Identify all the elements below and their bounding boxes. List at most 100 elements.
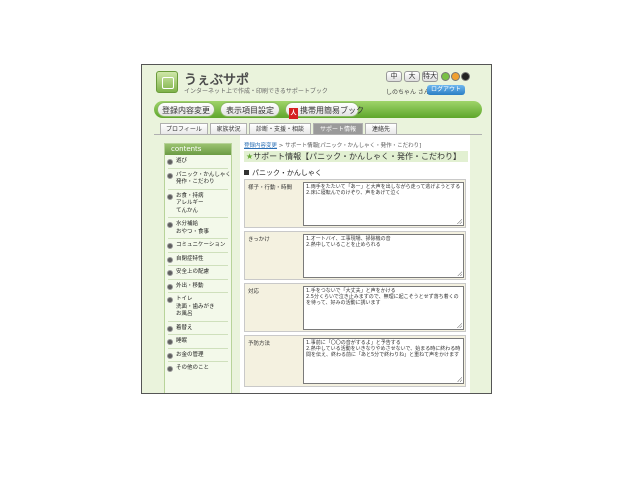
divider xyxy=(168,251,228,253)
square-bullet-icon xyxy=(244,170,249,175)
sidebar-item-panic[interactable]: パニック・かんしゃく xyxy=(165,172,231,180)
resize-grip-icon[interactable] xyxy=(457,219,462,224)
divider xyxy=(168,347,228,349)
theme-orange-swatch[interactable] xyxy=(451,72,460,81)
sidebar-item-communication[interactable]: コミュニケーション xyxy=(165,242,231,250)
bullet-icon xyxy=(167,159,173,165)
logout-button[interactable]: ログアウト xyxy=(427,85,465,95)
sidebar-item-safety[interactable]: 安全上の配慮 xyxy=(165,269,231,277)
sidebar-item-label: 睡眠 xyxy=(176,338,188,344)
divider xyxy=(168,167,228,169)
sidebar-item-outing[interactable]: 外出・移動 xyxy=(165,283,231,291)
sidebar-item-other[interactable]: その他のこと xyxy=(165,365,231,373)
sidebar-item-label: その他のこと xyxy=(176,365,210,371)
section-title-text: サポート情報【パニック・かんしゃく・発作・こだわり】 xyxy=(253,152,462,161)
sidebar-subitem[interactable]: アレルギー xyxy=(165,200,231,208)
user-name: しのちゃん さん xyxy=(386,89,430,96)
subsection-title-text: パニック・かんしゃく xyxy=(252,169,322,177)
divider xyxy=(168,278,228,280)
response-textarea[interactable]: 1.手をつないで「大丈夫」と声をかける 2.5分くらいで泣き止みますので、無理に… xyxy=(303,286,464,330)
tab-support-info[interactable]: サポート情報 xyxy=(313,123,363,134)
sidebar-item-label: 着替え xyxy=(176,324,193,331)
divider xyxy=(168,188,228,190)
divider xyxy=(168,217,228,218)
sidebar-header: contents xyxy=(165,144,231,155)
bullet-icon xyxy=(167,283,173,290)
form-row-trigger: きっかけ 1.オートバイ、工事現場、掃除機の音 2.熱中していることを止められる xyxy=(244,231,466,280)
bullet-icon xyxy=(167,193,173,200)
theme-black-swatch[interactable] xyxy=(461,72,470,81)
subsection-title: パニック・かんしゃく xyxy=(244,168,322,178)
tab-diagnosis[interactable]: 診断・支援・相談 xyxy=(249,123,311,134)
sidebar-item-toilet[interactable]: トイレ xyxy=(165,296,231,304)
tab-family[interactable]: 家族状況 xyxy=(210,123,247,134)
divider xyxy=(168,334,228,335)
sidebar-item-label: お食・持病 xyxy=(176,192,204,199)
breadcrumb: 登録内容変更 > サポート情報[パニック・かんしゃく・発作・こだわり] xyxy=(244,141,421,149)
menu-mobile-book-label: 携帯用簡易ブック xyxy=(300,106,364,115)
bullet-icon xyxy=(167,256,173,263)
behavior-textarea[interactable]: 1.両手をたたいて「あー」と大声を出しながら走って逃げようとする 2.床に寝転ん… xyxy=(303,182,464,226)
sidebar-item-autism-traits[interactable]: 自閉症特性 xyxy=(165,256,231,264)
sidebar-item-food[interactable]: お食・持病 xyxy=(165,193,231,201)
sidebar-item-sleep[interactable]: 睡眠 xyxy=(165,338,231,346)
sidebar-item-play[interactable]: 遊び xyxy=(165,158,231,166)
field-label: 対応 xyxy=(248,289,260,295)
menu-display-settings-button[interactable]: 表示項目設定 xyxy=(220,102,280,117)
breadcrumb-link[interactable]: 登録内容変更 xyxy=(244,143,277,149)
bullet-icon xyxy=(167,172,173,179)
sidebar-item-label: お金の管理 xyxy=(176,351,204,358)
textarea-line: 2.床に寝転んでのけぞり、声をあげて泣く xyxy=(306,190,401,196)
divider xyxy=(168,320,228,322)
sidebar-subitem[interactable]: てんかん xyxy=(165,208,231,216)
divider xyxy=(168,238,228,239)
divider xyxy=(168,361,228,362)
resize-grip-icon[interactable] xyxy=(457,377,462,382)
resize-grip-icon[interactable] xyxy=(457,323,462,328)
font-size-large-button[interactable]: 大 xyxy=(404,71,420,82)
field-label: 様子・行動・時間 xyxy=(248,185,293,191)
sidebar-item-label: 自閉症特性 xyxy=(176,255,204,262)
sidebar-subitem[interactable]: お風呂 xyxy=(165,311,231,319)
app-logo-icon[interactable] xyxy=(156,71,178,93)
sidebar-item-label: 遊び xyxy=(176,158,188,164)
theme-green-swatch[interactable] xyxy=(441,72,450,81)
sidebar-item-hydration[interactable]: 水分補給 xyxy=(165,221,231,229)
bullet-icon xyxy=(167,366,173,372)
tab-contacts[interactable]: 連絡先 xyxy=(365,123,397,134)
app-subtitle: インターネット上で作成・印刷できるサポートブック xyxy=(184,88,328,95)
bullet-icon xyxy=(167,339,173,345)
tab-profile[interactable]: プロフィール xyxy=(160,123,208,134)
sidebar-item-label: 安全上の配慮 xyxy=(176,269,210,275)
bullet-icon xyxy=(167,352,173,359)
browser-page: うぇぶサポ インターネット上で作成・印刷できるサポートブック 中 大 特大 しの… xyxy=(141,64,492,394)
sidebar-item-dressing[interactable]: 着替え xyxy=(165,325,231,333)
bullet-icon xyxy=(167,325,173,332)
field-label: きっかけ xyxy=(248,237,270,243)
textarea-line: 2.5分くらいで泣き止みますので、無理に起こそうとせず落ち着くのを待って、好みの… xyxy=(306,294,459,306)
textarea-line: 2.熱中している活動をいきなりやめさせないで、始まる時に終わる時間を伝え、終わる… xyxy=(306,346,461,358)
resize-grip-icon[interactable] xyxy=(457,271,462,276)
menu-mobile-book-button[interactable]: 人携帯用簡易ブック xyxy=(285,102,364,119)
prevention-textarea[interactable]: 1.事前に「〇〇の音がするよ」と予告する 2.熱中している活動をいきなりやめさせ… xyxy=(303,338,464,384)
divider xyxy=(168,292,228,293)
sidebar-item-label: トイレ xyxy=(176,296,193,302)
font-size-medium-button[interactable]: 中 xyxy=(386,71,402,82)
sidebar-item-label: パニック・かんしゃく xyxy=(176,171,231,178)
main-content: 登録内容変更 > サポート情報[パニック・かんしゃく・発作・こだわり] ★サポー… xyxy=(240,135,470,393)
sidebar-subitem[interactable]: 洗面・歯みがき xyxy=(165,304,231,312)
trigger-textarea[interactable]: 1.オートバイ、工事現場、掃除機の音 2.熱中していることを止められる xyxy=(303,234,464,278)
menu-edit-registration-button[interactable]: 登録内容変更 xyxy=(157,102,215,117)
form-row-response: 対応 1.手をつないで「大丈夫」と声をかける 2.5分くらいで泣き止みますので、… xyxy=(244,283,466,332)
pdf-icon: 人 xyxy=(289,108,298,119)
sidebar-subitem[interactable]: おやつ・食事 xyxy=(165,229,231,237)
sidebar-item-money[interactable]: お金の管理 xyxy=(165,352,231,360)
sidebar-item-label: 外出・移動 xyxy=(176,282,204,289)
bullet-icon xyxy=(167,270,173,276)
sidebar-subitem[interactable]: 発作・こだわり xyxy=(165,179,231,187)
font-size-xlarge-button[interactable]: 特大 xyxy=(422,71,438,82)
field-label: 予防方法 xyxy=(248,341,271,347)
bullet-icon xyxy=(167,297,173,303)
textarea-line: 2.熱中していることを止められる xyxy=(306,242,381,248)
form-row-prevention: 予防方法 1.事前に「〇〇の音がするよ」と予告する 2.熱中している活動をいきな… xyxy=(244,335,466,387)
